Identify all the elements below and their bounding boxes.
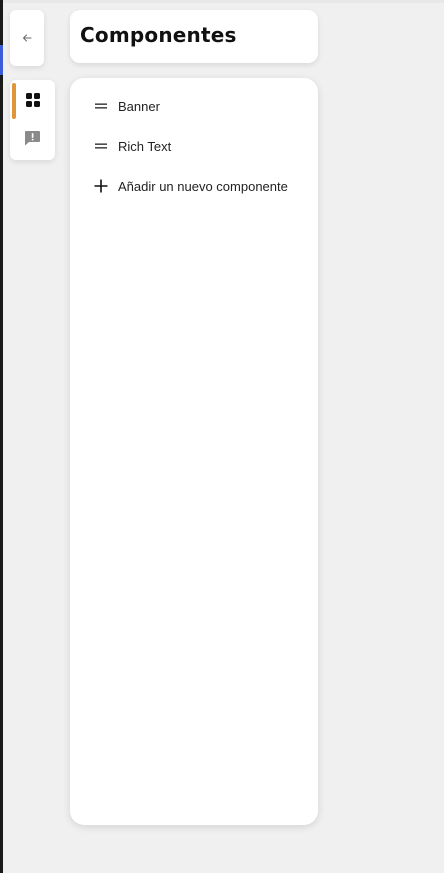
back-button[interactable] xyxy=(10,10,44,66)
grid-icon xyxy=(25,93,40,107)
list-item-banner[interactable]: Banner xyxy=(94,94,160,118)
side-rail xyxy=(10,80,55,160)
list-item-rich-text[interactable]: Rich Text xyxy=(94,134,171,158)
components-panel: Banner Rich Text Añadir un nuevo compone… xyxy=(70,78,318,825)
window-left-edge xyxy=(0,0,3,873)
arrow-left-icon xyxy=(22,33,32,43)
drag-handle-icon[interactable] xyxy=(94,99,108,113)
window-left-accent xyxy=(0,45,3,75)
plus-icon xyxy=(94,179,108,193)
title-card: Componentes xyxy=(70,10,318,63)
add-component-button[interactable]: Añadir un nuevo componente xyxy=(94,174,288,198)
add-component-label: Añadir un nuevo componente xyxy=(118,178,288,194)
drag-handle-icon[interactable] xyxy=(94,139,108,153)
page-title: Componentes xyxy=(80,23,237,47)
window-top-edge xyxy=(0,0,444,3)
component-label: Banner xyxy=(118,98,160,114)
rail-item-feedback[interactable] xyxy=(10,120,55,156)
component-label: Rich Text xyxy=(118,138,172,154)
rail-item-components[interactable] xyxy=(10,82,55,119)
feedback-icon xyxy=(24,130,41,146)
